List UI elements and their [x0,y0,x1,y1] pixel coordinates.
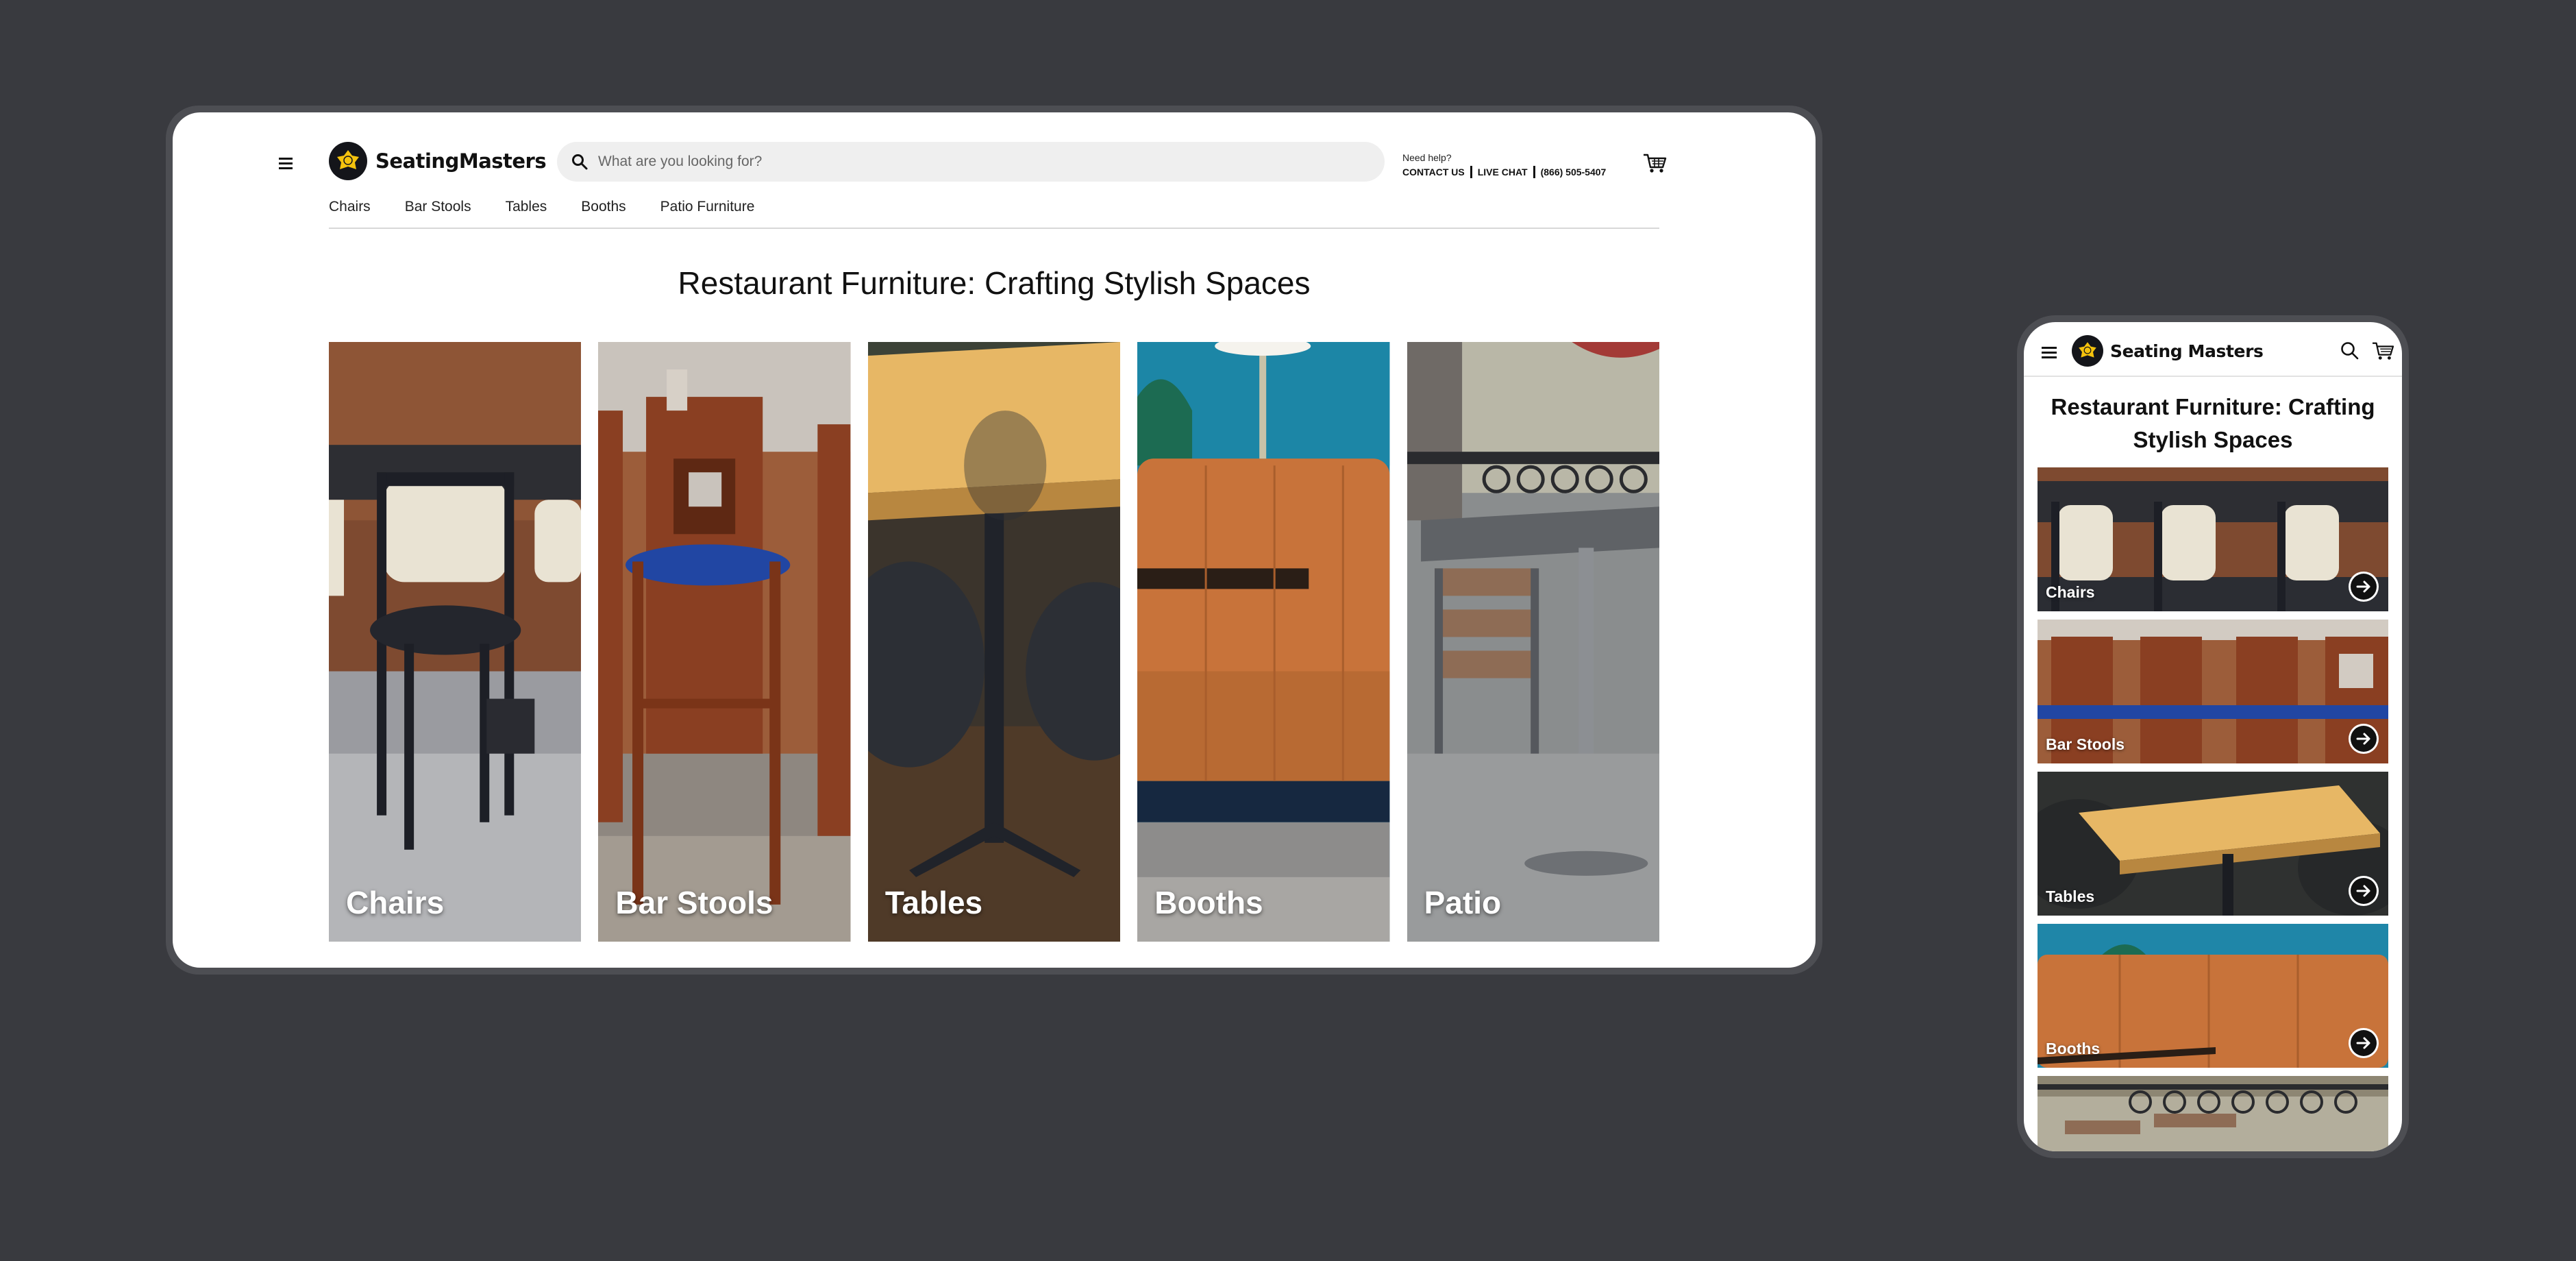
arrow-right-icon[interactable] [2349,876,2379,906]
need-help-label: Need help? [1402,152,1452,163]
hamburger-icon[interactable] [272,149,299,177]
tile-label-tables: Tables [884,885,983,920]
bar-stools-photo [598,342,851,942]
category-tiles: Chairs Bar Stools Tables Booths Patio [329,342,1660,942]
phone-link[interactable]: (866) 505-5407 [1541,167,1607,177]
mobile-device-frame: Seating Masters Restaurant Furniture: Cr… [2017,315,2409,1158]
arrow-right-icon[interactable] [2349,572,2379,602]
nav-tables[interactable]: Tables [506,193,547,228]
tile-label-chairs: Chairs [346,885,445,920]
category-tile-bar-stools[interactable]: Bar Stools [598,342,851,942]
category-tile-bar-stools[interactable]: Bar Stools [2038,620,2388,763]
divider [1470,166,1472,178]
arrow-right-icon[interactable] [2349,1028,2379,1058]
booths-photo [1137,342,1390,942]
cart-icon[interactable] [2371,341,2394,361]
category-tile-tables[interactable]: Tables [2038,772,2388,916]
tile-label-booths: Booths [1154,885,1263,920]
nav-patio-furniture[interactable]: Patio Furniture [660,193,755,228]
logo-text: SeatingMasters [375,149,547,173]
logo-text: Seating Masters [2110,341,2264,361]
logo-mark-icon [329,142,367,180]
search-icon [572,154,588,170]
tile-label-patio: Patio [1424,885,1502,920]
tile-label-bar-stools: Bar Stools [2046,735,2125,753]
page-title: Restaurant Furniture: Crafting Stylish S… [2051,394,2375,452]
category-tile-booths[interactable]: Booths [1137,342,1390,942]
hamburger-icon[interactable] [2039,343,2059,362]
mobile-header: Seating Masters [2024,322,2402,377]
tile-label-tables: Tables [2046,887,2095,905]
arrow-right-icon[interactable] [2349,724,2379,754]
category-tile-tables[interactable]: Tables [867,342,1121,942]
contact-us-link[interactable]: CONTACT US [1402,167,1465,177]
main-nav: Chairs Bar Stools Tables Booths Patio Fu… [329,193,1659,229]
desktop-device-frame: SeatingMasters Need help? CONTACT US LIV… [166,106,1822,975]
search-bar[interactable] [557,142,1385,182]
category-tile-chairs[interactable]: Chairs [2038,467,2388,611]
tables-photo [867,342,1121,942]
patio-photo [1407,342,1660,942]
nav-bar-stools[interactable]: Bar Stools [405,193,471,228]
site-logo[interactable]: SeatingMasters [329,142,547,180]
cart-icon[interactable] [1642,152,1667,174]
patio-photo [2038,1076,2388,1151]
tile-label-bar-stools: Bar Stools [615,885,773,920]
logo-mark-icon [2072,335,2103,367]
category-tile-chairs[interactable]: Chairs [329,342,582,942]
help-block: Need help? CONTACT US LIVE CHAT (866) 50… [1402,152,1606,178]
live-chat-link[interactable]: LIVE CHAT [1478,167,1528,177]
chairs-photo [329,342,582,942]
divider [1533,166,1535,178]
nav-booths[interactable]: Booths [581,193,626,228]
desktop-screen: SeatingMasters Need help? CONTACT US LIV… [173,112,1816,968]
mobile-screen: Seating Masters Restaurant Furniture: Cr… [2024,322,2402,1151]
site-header: SeatingMasters Need help? CONTACT US LIV… [173,112,1816,232]
category-tiles: Chairs Bar Stools Tables Booths [2038,467,2388,1151]
category-tile-patio[interactable]: Patio [1407,342,1660,942]
nav-chairs[interactable]: Chairs [329,193,371,228]
search-icon[interactable] [2339,340,2361,362]
category-tile-patio[interactable] [2038,1076,2388,1151]
search-input[interactable] [598,154,1385,170]
page-title: Restaurant Furniture: Crafting Stylish S… [678,265,1311,301]
site-logo[interactable]: Seating Masters [2072,335,2264,367]
category-tile-booths[interactable]: Booths [2038,924,2388,1068]
tile-label-booths: Booths [2046,1040,2101,1057]
tile-label-chairs: Chairs [2046,583,2095,601]
